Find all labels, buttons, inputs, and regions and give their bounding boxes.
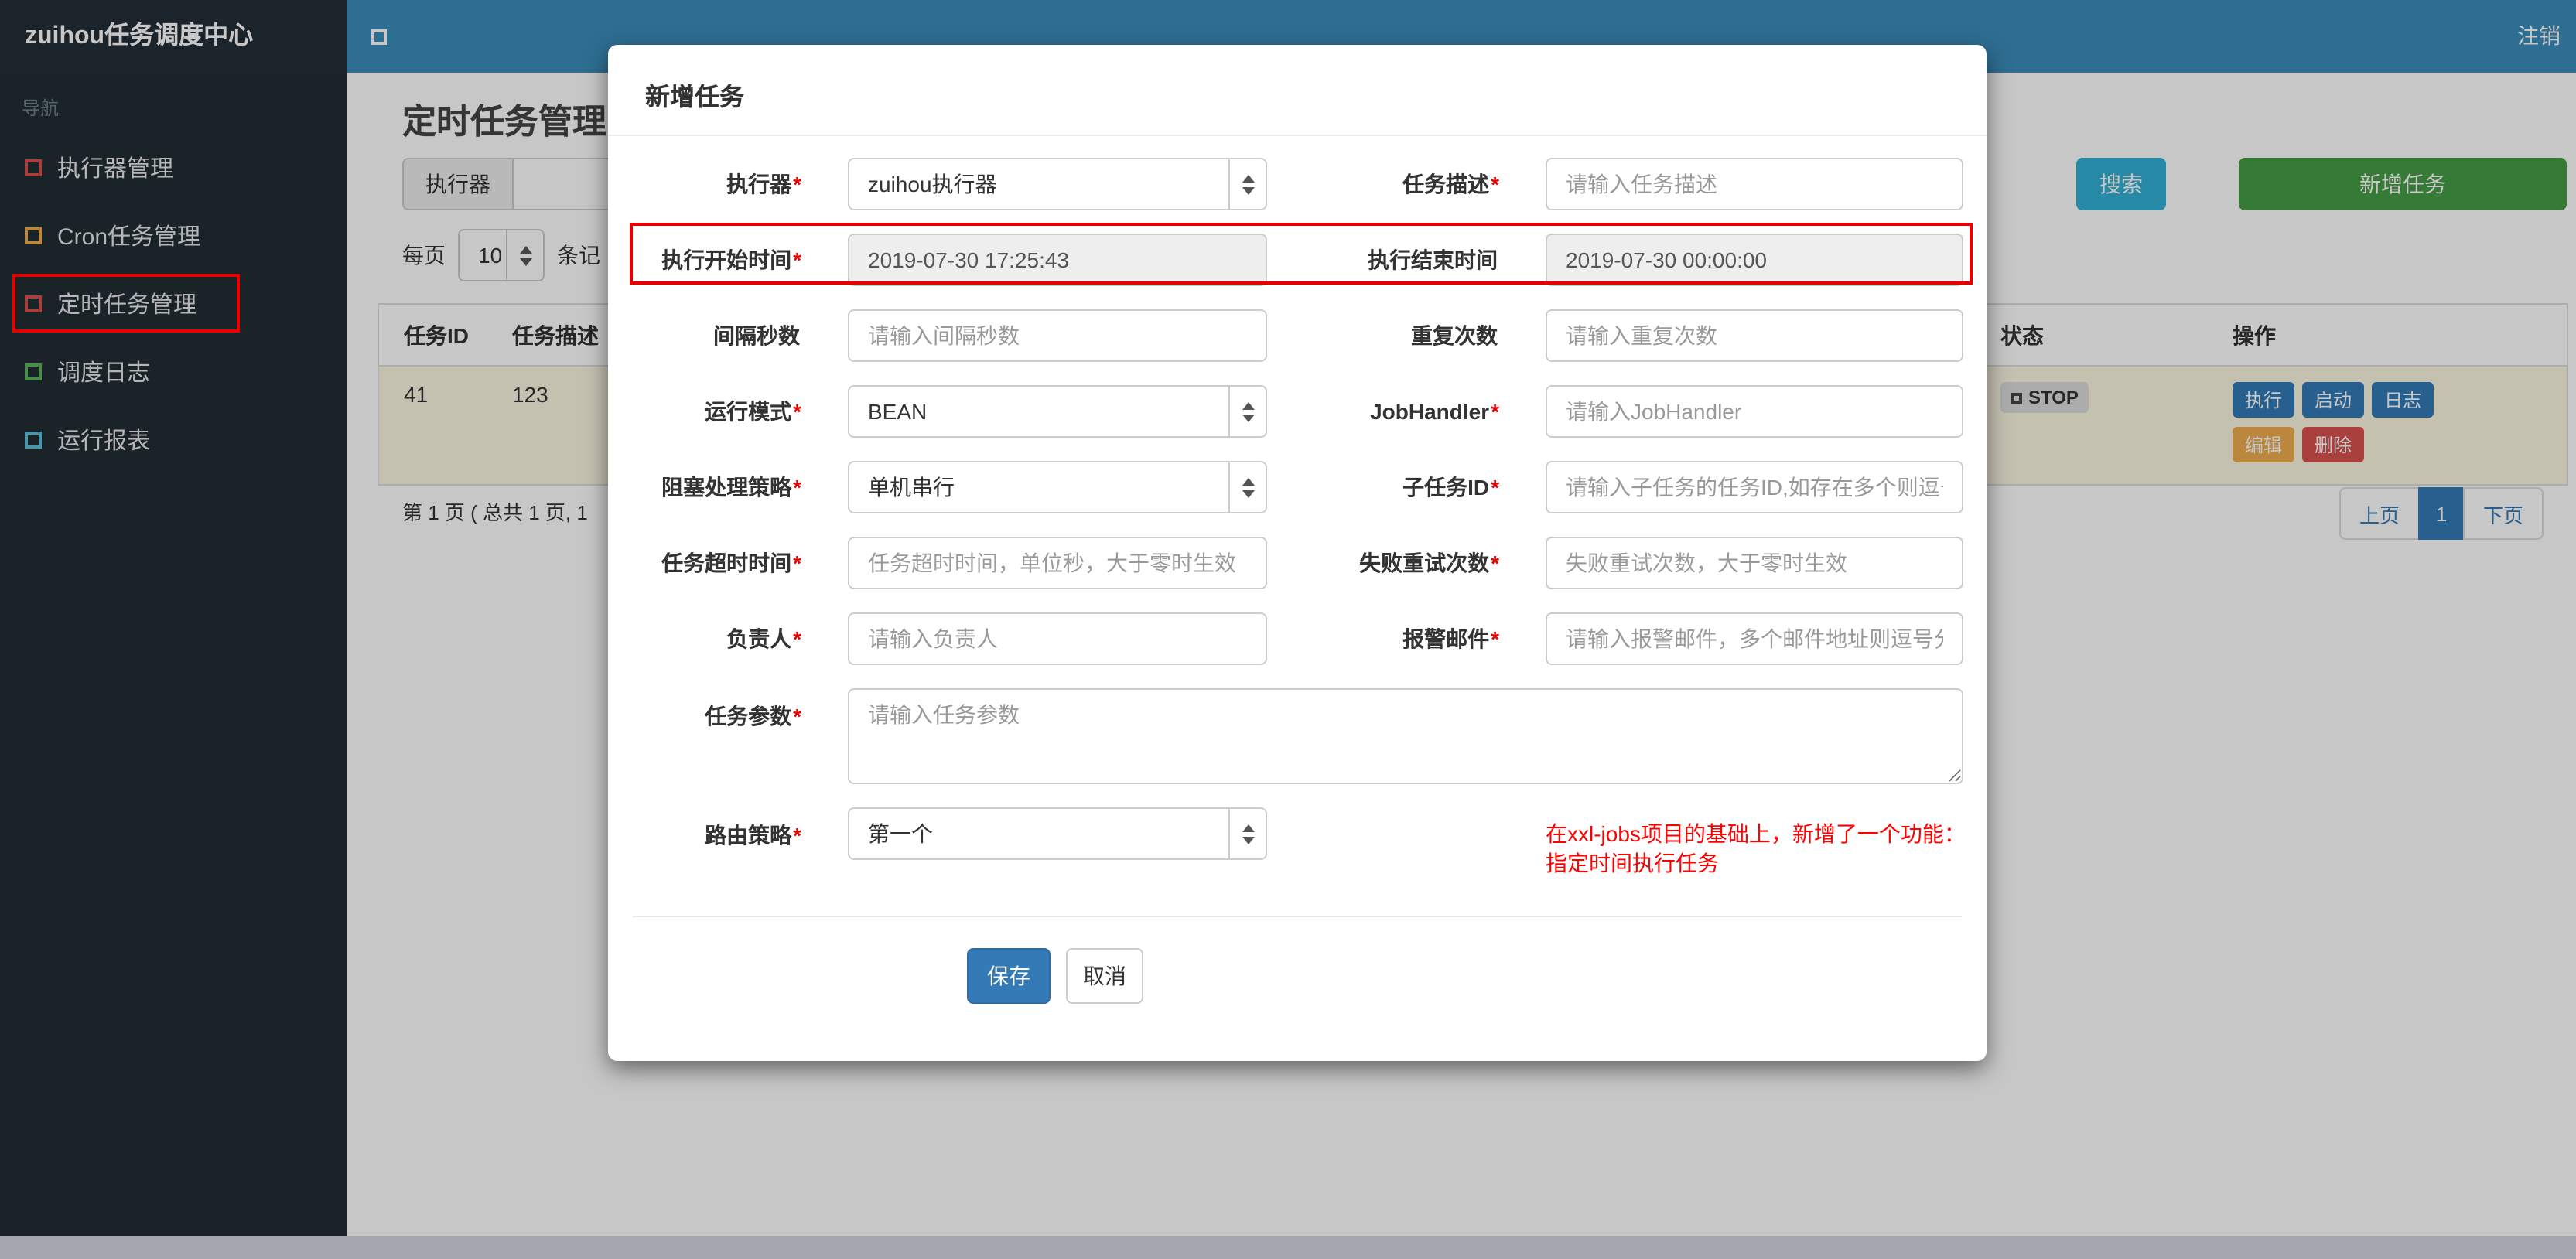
run-mode-label: 运行模式 * bbox=[705, 399, 801, 424]
task-params-label: 任务参数 * bbox=[705, 704, 801, 728]
select-arrows-icon bbox=[1228, 462, 1266, 512]
end-time-input[interactable] bbox=[1546, 234, 1963, 286]
task-timeout-label: 任务超时时间 * bbox=[661, 551, 801, 575]
modal-footer: 保存 取消 bbox=[608, 917, 1987, 1004]
add-task-modal: 新增任务 执行器* zuihou执行器 任务描述* 执行开始时间* 执行结束时间 bbox=[608, 45, 1987, 1061]
form-row: 间隔秒数 重复次数 bbox=[608, 309, 1987, 362]
interval-seconds-label: 间隔秒数 bbox=[713, 323, 800, 348]
alarm-email-input[interactable] bbox=[1546, 612, 1963, 665]
save-button[interactable]: 保存 bbox=[967, 948, 1051, 1004]
form-row: 阻塞处理策略 * 单机串行 子任务ID * bbox=[608, 461, 1987, 513]
form-row: 执行开始时间* 执行结束时间 bbox=[608, 234, 1987, 286]
app-root: zuihou任务调度中心 注销 导航 执行器管理 Cron任务管理 定时任务管理… bbox=[0, 0, 2576, 1259]
task-desc-label: 任务描述 * bbox=[1402, 172, 1499, 196]
route-strategy-label: 路由策略 * bbox=[705, 823, 801, 848]
repeat-count-input[interactable] bbox=[1546, 309, 1963, 362]
alarm-email-label: 报警邮件 * bbox=[1402, 626, 1499, 651]
select-arrows-icon bbox=[1228, 809, 1266, 858]
start-time-label: 执行开始时间 * bbox=[661, 247, 801, 272]
form-row: 任务超时时间* 失败重试次数* bbox=[608, 537, 1987, 589]
start-time-input[interactable] bbox=[848, 234, 1267, 286]
jobhandler-input[interactable] bbox=[1546, 385, 1963, 438]
route-strategy-select[interactable]: 第一个 bbox=[848, 807, 1267, 860]
executor-select[interactable]: zuihou执行器 bbox=[848, 158, 1267, 210]
owner-label: 负责人 * bbox=[726, 626, 801, 651]
child-task-id-input[interactable] bbox=[1546, 461, 1963, 513]
fail-retry-input[interactable] bbox=[1546, 537, 1963, 589]
interval-seconds-input[interactable] bbox=[848, 309, 1267, 362]
select-arrows-icon bbox=[1228, 387, 1266, 436]
block-strategy-select[interactable]: 单机串行 bbox=[848, 461, 1267, 513]
end-time-label: 执行结束时间 bbox=[1368, 247, 1498, 272]
cancel-button[interactable]: 取消 bbox=[1066, 948, 1143, 1004]
form-row: 任务参数 * bbox=[608, 688, 1987, 784]
task-desc-input[interactable] bbox=[1546, 158, 1963, 210]
task-timeout-input[interactable] bbox=[848, 537, 1267, 589]
child-task-id-label: 子任务ID * bbox=[1402, 475, 1499, 500]
form-row: 路由策略 * 第一个 在xxl-jobs项目的基础上，新增了一个功能： 指定时间执… bbox=[608, 807, 1987, 879]
modal-body: 执行器* zuihou执行器 任务描述* 执行开始时间* 执行结束时间 间隔秒数 bbox=[608, 136, 1987, 1004]
task-params-textarea[interactable] bbox=[848, 688, 1963, 784]
run-mode-select[interactable]: BEAN bbox=[848, 385, 1267, 438]
executor-label: 执行器 * bbox=[726, 172, 801, 196]
fail-retry-label: 失败重试次数 * bbox=[1359, 551, 1499, 575]
repeat-count-label: 重复次数 bbox=[1411, 323, 1498, 348]
jobhandler-label: JobHandler * bbox=[1370, 399, 1499, 424]
form-row: 执行器 * zuihou执行器 任务描述 * bbox=[608, 158, 1987, 210]
form-row: 运行模式 * BEAN JobHandler * bbox=[608, 385, 1987, 438]
select-arrows-icon bbox=[1228, 159, 1266, 209]
block-strategy-label: 阻塞处理策略 * bbox=[661, 475, 801, 500]
form-row: 负责人* 报警邮件* bbox=[608, 612, 1987, 665]
modal-title: 新增任务 bbox=[608, 45, 1987, 136]
feature-note: 在xxl-jobs项目的基础上，新增了一个功能： 指定时间执行任务 bbox=[1546, 821, 1966, 875]
owner-input[interactable] bbox=[848, 612, 1267, 665]
